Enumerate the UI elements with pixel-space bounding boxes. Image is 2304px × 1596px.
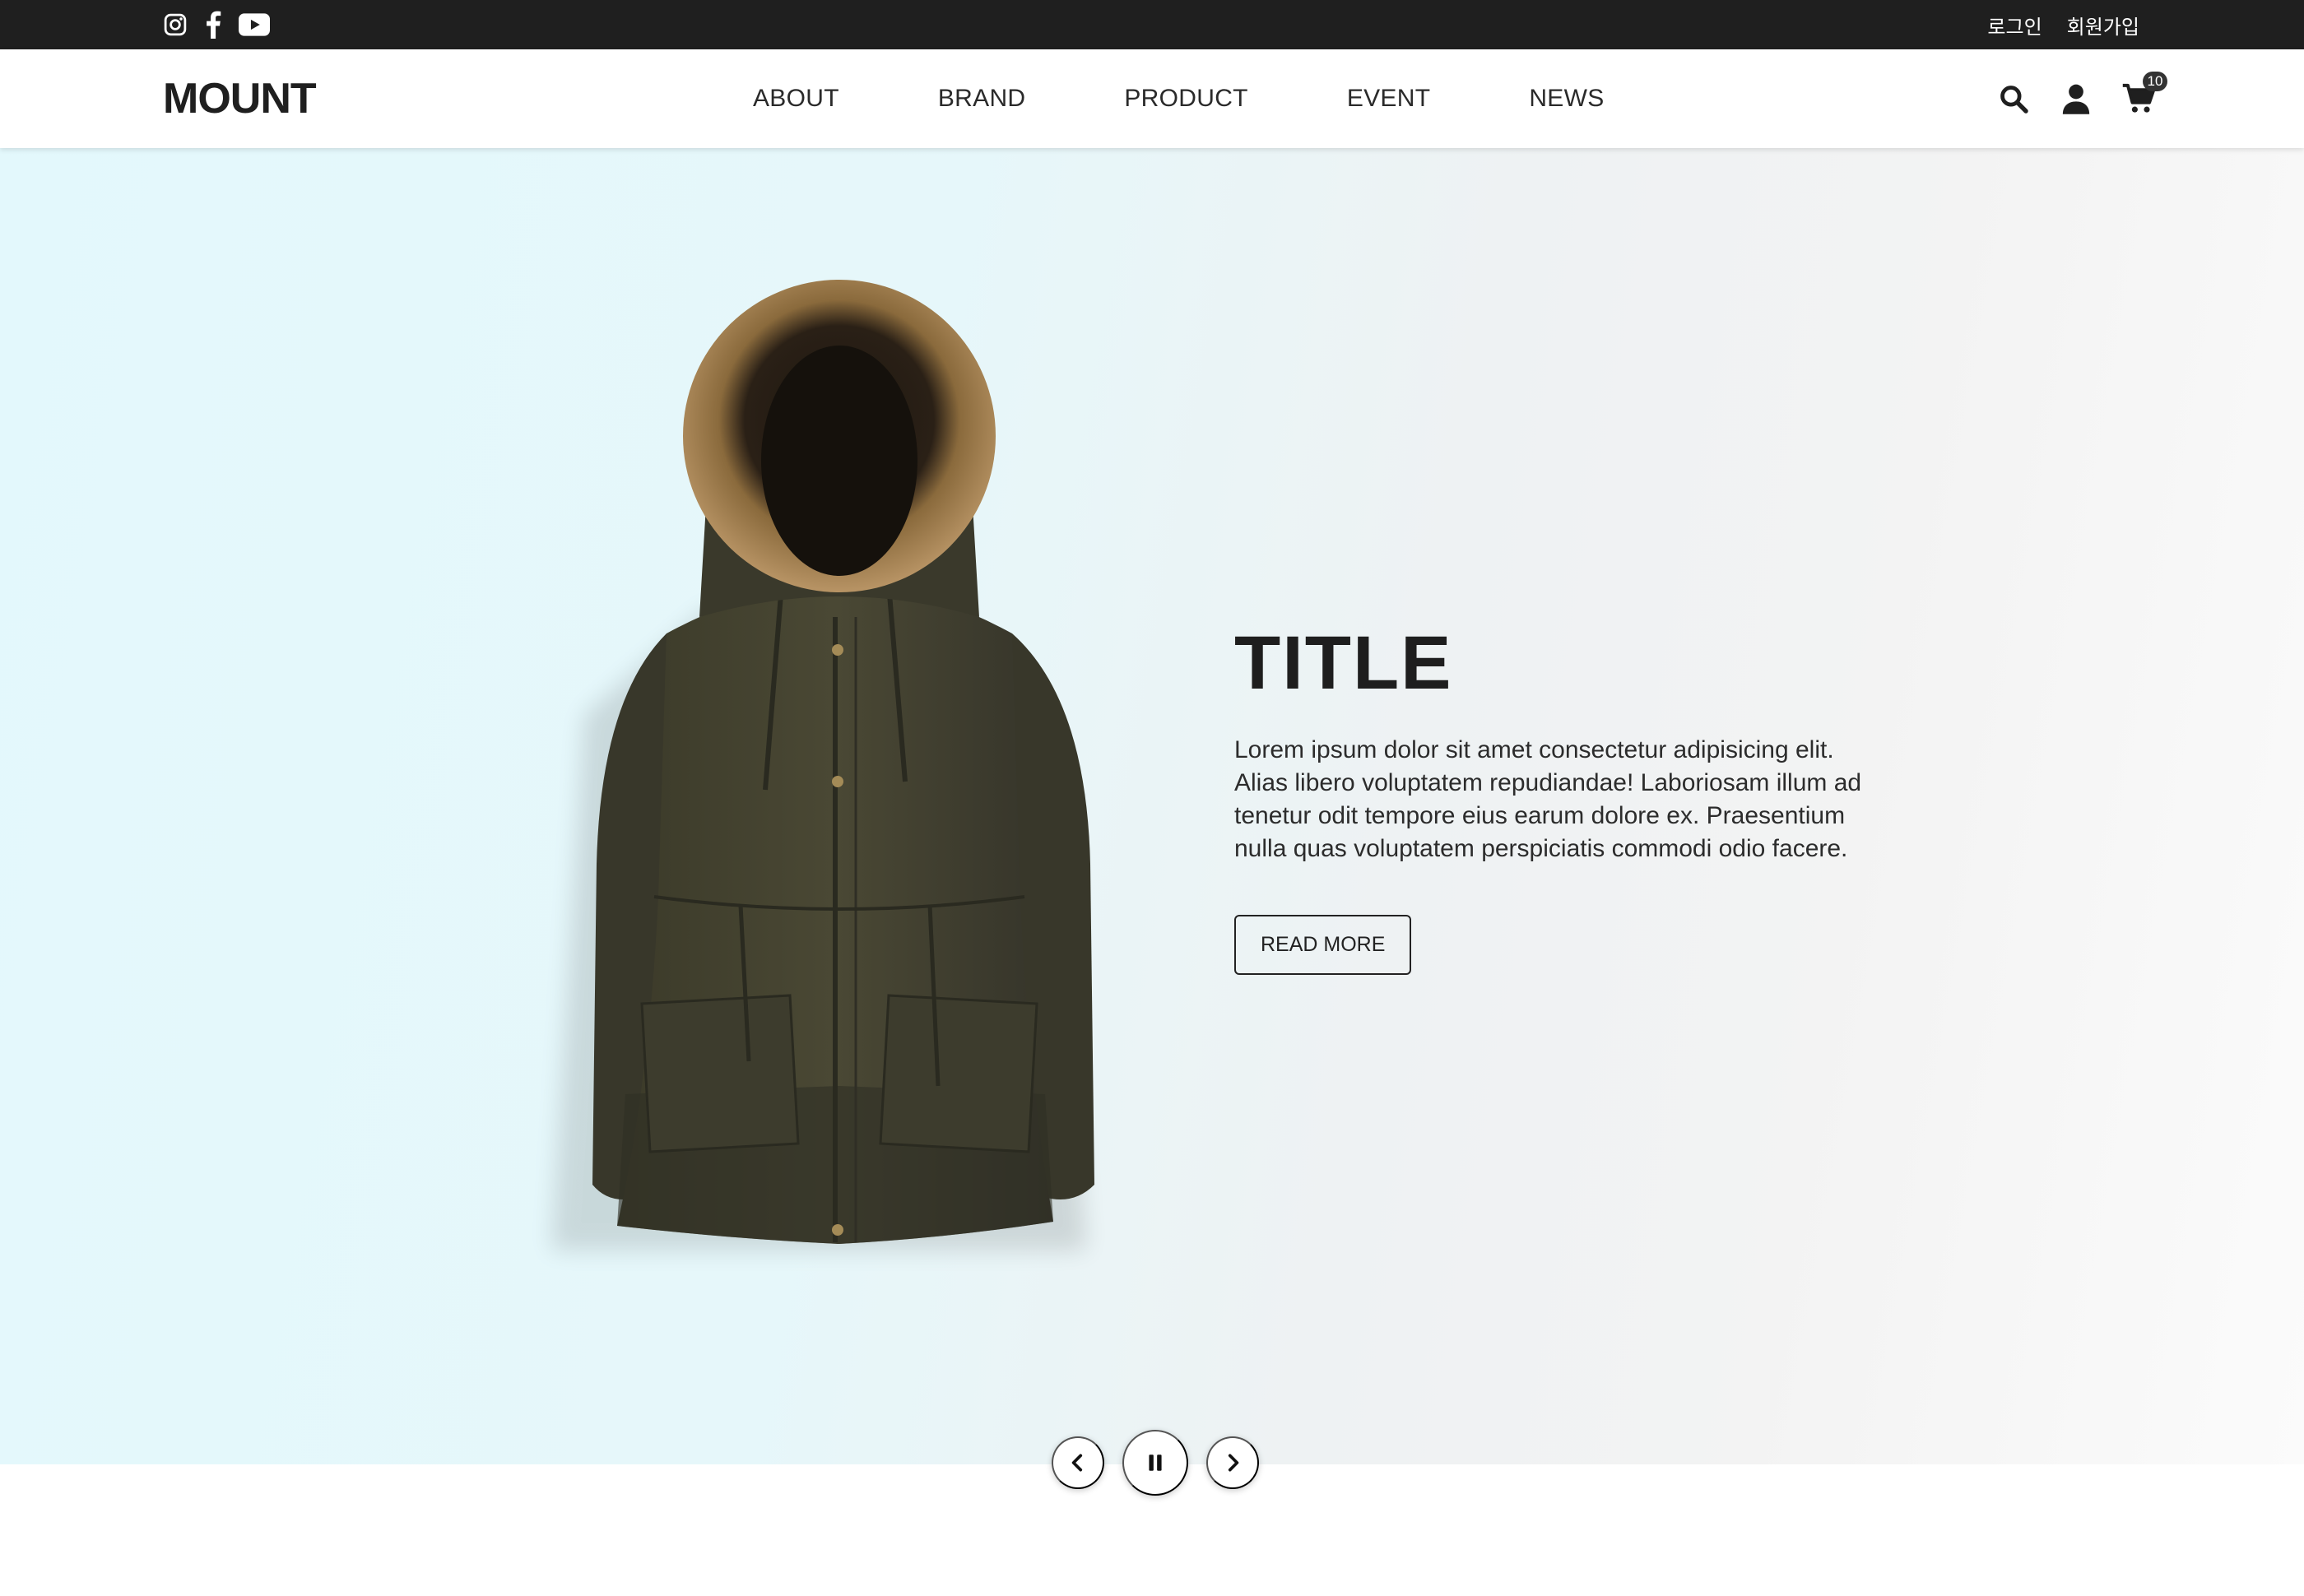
user-icon[interactable] bbox=[2059, 81, 2093, 116]
product-image bbox=[551, 280, 1094, 1250]
instagram-icon[interactable] bbox=[163, 10, 188, 39]
signup-link[interactable]: 회원가입 bbox=[2067, 11, 2139, 39]
nav-brand[interactable]: BRAND bbox=[938, 85, 1026, 113]
cart-count-badge: 10 bbox=[2143, 72, 2167, 91]
hero-description: Lorem ipsum dolor sit amet consectetur a… bbox=[1234, 736, 1862, 862]
cart-icon[interactable]: 10 bbox=[2121, 72, 2167, 116]
main-nav: ABOUT BRAND PRODUCT EVENT NEWS bbox=[753, 49, 1605, 148]
facebook-icon[interactable] bbox=[204, 10, 222, 39]
top-bar: 로그인 회원가입 bbox=[0, 0, 2304, 49]
next-slide-button[interactable] bbox=[1206, 1436, 1259, 1489]
main-header: MOUNT ABOUT BRAND PRODUCT EVENT NEWS 10 bbox=[0, 49, 2304, 148]
chevron-right-icon bbox=[1228, 1454, 1239, 1472]
login-link[interactable]: 로그인 bbox=[1987, 11, 2042, 39]
pause-slide-button[interactable] bbox=[1122, 1430, 1188, 1496]
chevron-left-icon bbox=[1071, 1454, 1083, 1472]
hero-content: TITLE Lorem ipsum dolor sit amet consect… bbox=[1234, 625, 1876, 975]
header-actions: 10 bbox=[1996, 49, 2167, 148]
social-links bbox=[163, 10, 270, 39]
nav-about[interactable]: ABOUT bbox=[753, 85, 839, 113]
site-logo[interactable]: MOUNT bbox=[163, 74, 317, 123]
nav-product[interactable]: PRODUCT bbox=[1124, 85, 1247, 113]
read-more-button[interactable]: READ MORE bbox=[1234, 915, 1412, 975]
auth-links: 로그인 회원가입 bbox=[1987, 0, 2139, 49]
nav-event[interactable]: EVENT bbox=[1347, 85, 1431, 113]
prev-slide-button[interactable] bbox=[1052, 1436, 1104, 1489]
pause-icon bbox=[1149, 1454, 1162, 1471]
hero-slider: TITLE Lorem ipsum dolor sit amet consect… bbox=[0, 148, 2304, 1464]
hero-title: TITLE bbox=[1234, 621, 1453, 705]
slider-controls bbox=[1052, 1430, 1259, 1496]
nav-news[interactable]: NEWS bbox=[1529, 85, 1604, 113]
search-icon[interactable] bbox=[1996, 81, 2031, 116]
youtube-icon[interactable] bbox=[239, 10, 270, 39]
